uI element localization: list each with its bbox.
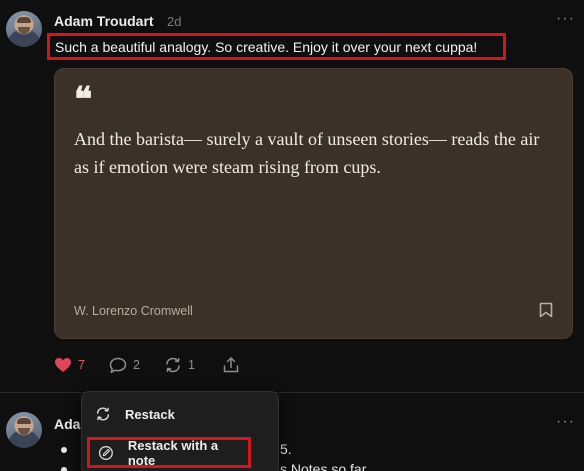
bullet-point — [61, 467, 67, 471]
like-button[interactable]: 7 — [54, 355, 85, 375]
restack-count: 1 — [188, 358, 195, 372]
avatar[interactable] — [6, 412, 42, 448]
avatar[interactable] — [6, 11, 42, 47]
more-options-icon[interactable]: ··· — [556, 413, 575, 431]
post-author[interactable]: Ada — [54, 416, 80, 432]
post-text: Such a beautiful analogy. So creative. E… — [47, 33, 506, 60]
heart-icon — [55, 358, 71, 372]
bullet-text: 5. — [280, 441, 292, 457]
menu-item-restack[interactable]: Restack — [95, 404, 175, 424]
restack-button[interactable]: 1 — [164, 355, 195, 375]
bullet-point — [61, 447, 67, 453]
bullet-text: s Notes so far. — [280, 461, 370, 471]
share-icon — [223, 357, 239, 373]
quote-text: And the barista— surely a vault of unsee… — [74, 129, 540, 177]
comment-button[interactable]: 2 — [109, 355, 140, 375]
menu-item-restack-with-note[interactable]: Restack with a note — [87, 437, 251, 468]
post-timestamp[interactable]: 2d — [167, 14, 181, 29]
more-options-icon[interactable]: ··· — [556, 10, 575, 28]
share-button[interactable] — [222, 355, 240, 375]
quote-author: W. Lorenzo Cromwell — [74, 304, 193, 318]
notes-feed: Adam Troudart 2d ··· Such a beautiful an… — [0, 0, 584, 471]
quote-card[interactable]: ❝ And the barista— surely a vault of uns… — [54, 68, 573, 339]
comment-icon — [109, 357, 127, 373]
menu-item-label: Restack with a note — [127, 437, 219, 468]
restack-icon — [166, 357, 180, 373]
comment-count: 2 — [133, 358, 140, 372]
menu-item-label: Restack — [125, 406, 175, 422]
post-author[interactable]: Adam Troudart — [54, 13, 154, 29]
pencil-note-icon — [98, 445, 113, 460]
like-count: 7 — [78, 358, 85, 372]
quote-mark-icon: ❝ — [74, 80, 93, 120]
restack-menu: Restack Restack with a note — [81, 391, 279, 471]
restack-icon — [96, 407, 110, 421]
bookmark-icon[interactable] — [539, 302, 553, 318]
